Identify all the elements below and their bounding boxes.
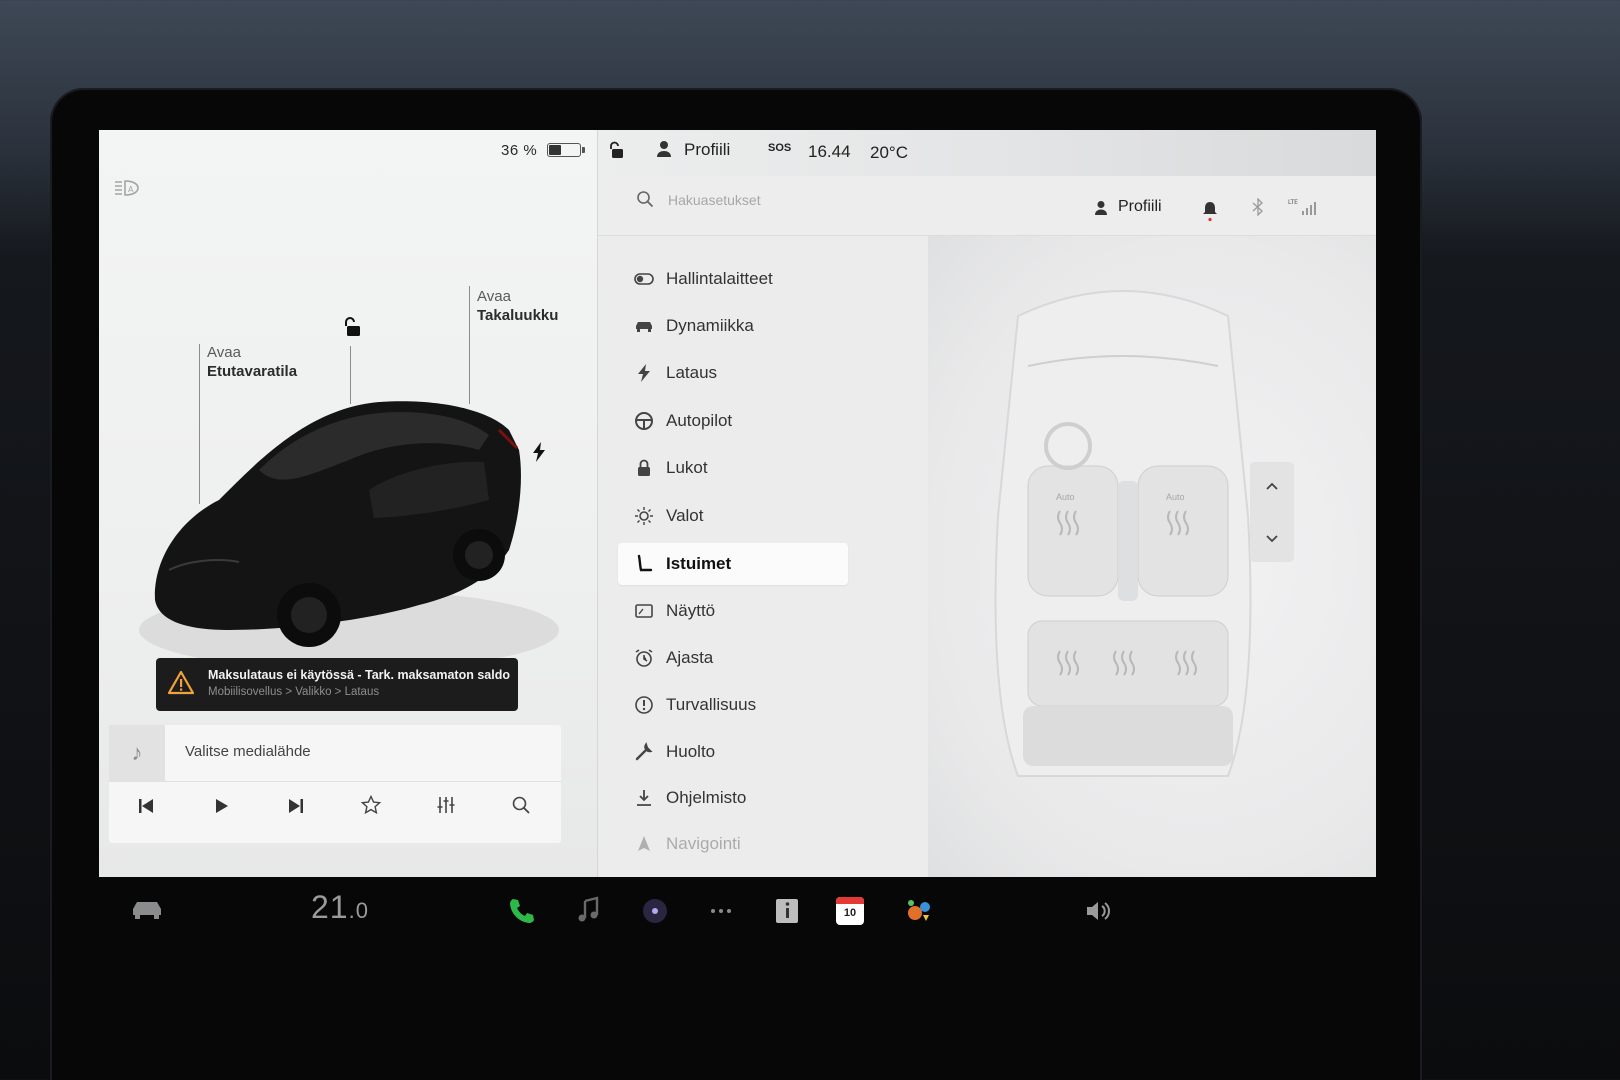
- menu-item-dynamiikka[interactable]: Dynamiikka: [618, 305, 848, 347]
- cabin-seat-diagram: Auto Auto: [968, 276, 1278, 796]
- battery-icon: [547, 143, 585, 157]
- search-icon: [636, 190, 654, 208]
- media-player: ♪ Valitse medialähde: [109, 725, 561, 843]
- toybox-icon[interactable]: [901, 893, 937, 929]
- front-right-seat-heater-button[interactable]: Auto: [1166, 492, 1185, 502]
- auto-headlights-icon[interactable]: A: [113, 178, 141, 198]
- seat-icon: [637, 554, 653, 572]
- play-icon[interactable]: [206, 795, 236, 823]
- wrench-icon: [635, 742, 653, 761]
- calendar-icon[interactable]: 10: [836, 897, 864, 925]
- alert-title: Maksulataus ei käytössä - Tark. maksamat…: [208, 668, 510, 682]
- seat-scroll-control: [1250, 462, 1294, 562]
- menu-item-lukot[interactable]: Lukot: [618, 447, 848, 489]
- clock: 16.44: [808, 142, 851, 161]
- bottom-dock: 21.0 10: [99, 877, 1376, 957]
- profile-label[interactable]: Profiili: [684, 140, 730, 160]
- next-track-icon[interactable]: [281, 795, 311, 823]
- car-icon: [636, 322, 652, 332]
- steering-wheel-icon: [635, 412, 653, 430]
- menu-item-hallintalaitteet[interactable]: Hallintalaitteet: [618, 258, 848, 300]
- trunk-callout-line: [469, 286, 470, 404]
- menu-item-istuimet[interactable]: Istuimet: [618, 543, 848, 585]
- settings-search-input[interactable]: [668, 188, 948, 212]
- outside-temperature: 20°C: [870, 143, 908, 162]
- manual-info-icon[interactable]: [769, 893, 805, 929]
- cabin-temperature[interactable]: 21.0: [311, 889, 369, 926]
- menu-item-autopilot[interactable]: Autopilot: [618, 400, 848, 442]
- warning-icon: [168, 670, 194, 695]
- trunk-label-top: Avaa: [477, 288, 511, 305]
- bolt-icon: [638, 364, 650, 382]
- status-bar: Profiili SOS 16.44 20°C: [598, 130, 1376, 176]
- touchscreen: A 36 % Avaa Etutavaratila Avaa Takaluukk…: [99, 130, 1376, 877]
- lte-signal-icon: LTE: [1288, 198, 1318, 216]
- car-panel: A 36 % Avaa Etutavaratila Avaa Takaluukk…: [99, 130, 597, 877]
- equalizer-icon[interactable]: [431, 795, 461, 823]
- music-note-icon: ♪: [109, 725, 165, 781]
- toggle-icon: [634, 273, 654, 285]
- volume-icon[interactable]: [1079, 893, 1115, 929]
- menu-item-ohjelmisto[interactable]: Ohjelmisto: [618, 777, 848, 819]
- media-source-button[interactable]: Valitse medialähde: [185, 743, 311, 760]
- alarm-clock-icon: [635, 649, 653, 667]
- menu-item-valot[interactable]: Valot: [618, 495, 848, 537]
- battery-fill: [549, 145, 561, 155]
- settings-menu: Hallintalaitteet Dynamiikka Lataus Autop…: [598, 236, 928, 877]
- media-search-icon[interactable]: [506, 795, 536, 823]
- front-left-seat-heater-button[interactable]: Auto: [1056, 492, 1075, 502]
- sos-icon[interactable]: SOS: [768, 142, 791, 154]
- unlock-car-icon[interactable]: [342, 316, 362, 338]
- menu-item-naytto[interactable]: Näyttö: [618, 590, 848, 632]
- chevron-up-icon[interactable]: [1262, 476, 1282, 496]
- previous-track-icon[interactable]: [131, 795, 161, 823]
- car-icon[interactable]: [129, 893, 165, 929]
- light-icon: [635, 507, 653, 525]
- seats-content: Auto Auto: [928, 236, 1376, 877]
- chevron-down-icon[interactable]: [1262, 528, 1282, 548]
- charging-alert[interactable]: Maksulataus ei käytössä - Tark. maksamat…: [156, 658, 518, 711]
- profile-label[interactable]: Profiili: [1118, 198, 1162, 216]
- menu-item-lataus[interactable]: Lataus: [618, 352, 848, 394]
- notification-bell-icon[interactable]: [1202, 200, 1218, 222]
- favorite-star-icon[interactable]: [356, 794, 386, 823]
- download-icon: [637, 790, 651, 806]
- lock-icon: [638, 459, 650, 476]
- menu-item-turvallisuus[interactable]: Turvallisuus: [618, 684, 848, 726]
- alert-path: Mobiilisovellus > Valikko > Lataus: [208, 686, 380, 698]
- menu-item-ajasta[interactable]: Ajasta: [618, 637, 848, 679]
- info-circle-icon: [635, 696, 653, 714]
- camera-icon[interactable]: [637, 893, 673, 929]
- more-apps-icon[interactable]: [703, 893, 739, 929]
- settings-header: Profiili LTE: [598, 176, 1376, 236]
- frunk-label: Etutavaratila: [207, 363, 298, 380]
- svg-text:A: A: [128, 185, 134, 194]
- menu-item-navigointi[interactable]: Navigointi: [618, 823, 848, 865]
- frunk-label-top: Avaa: [207, 344, 241, 361]
- bluetooth-icon[interactable]: [1252, 197, 1264, 217]
- battery-percent: 36 %: [501, 142, 538, 159]
- profile-icon[interactable]: [1094, 200, 1108, 216]
- open-trunk-button[interactable]: Avaa Takaluukku: [477, 287, 558, 325]
- navigation-icon: [638, 836, 650, 851]
- display-icon: [635, 604, 653, 618]
- trunk-label: Takaluukku: [477, 307, 559, 324]
- svg-text:LTE: LTE: [1288, 199, 1298, 206]
- phone-icon[interactable]: [504, 893, 540, 929]
- music-icon[interactable]: [571, 893, 607, 929]
- profile-icon[interactable]: [656, 140, 672, 158]
- open-frunk-button[interactable]: Avaa Etutavaratila: [207, 343, 297, 381]
- menu-item-huolto[interactable]: Huolto: [618, 731, 848, 773]
- unlocked-icon[interactable]: [608, 140, 626, 160]
- car-image: [139, 390, 579, 690]
